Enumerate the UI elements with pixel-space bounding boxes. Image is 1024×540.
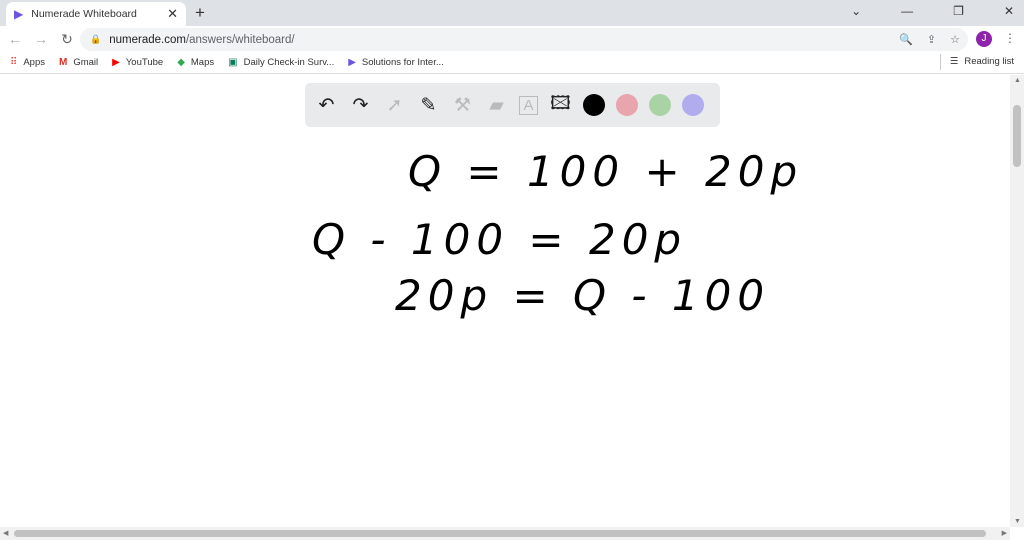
tab-numerade-whiteboard[interactable]: ▶ Numerade Whiteboard ✕	[6, 2, 186, 26]
address-bar[interactable]: 🔒 numerade.com/answers/whiteboard/ 🔍 ⇪ ☆	[80, 28, 968, 51]
tools-icon[interactable]: ⚒	[451, 94, 474, 117]
bookmark-youtube[interactable]: ▶ YouTube	[112, 57, 163, 68]
minimize-button[interactable]: —	[901, 4, 913, 18]
text-icon[interactable]: A	[519, 95, 538, 115]
bookmark-label: Solutions for Inter...	[361, 57, 444, 68]
reading-list-label: Reading list	[964, 56, 1014, 67]
bookmarks-bar: ⠿ Apps M Gmail ▶ YouTube ◆ Maps ▣ Daily Check…	[0, 52, 1024, 74]
url-path: /answers/whiteboard/	[185, 33, 295, 46]
undo-icon[interactable]: ↶	[315, 94, 338, 117]
bookmark-solutions[interactable]: ▶ Solutions for Inter...	[348, 57, 444, 68]
forms-icon: ▣	[228, 57, 238, 68]
gmail-icon: M	[58, 57, 68, 68]
chevron-down-icon[interactable]: ⌄	[851, 4, 861, 18]
tab-strip: ▶ Numerade Whiteboard ✕ + ⌄ — ❐ ✕	[0, 0, 1024, 26]
bookmark-apps[interactable]: ⠿ Apps	[10, 57, 45, 68]
horizontal-scrollbar[interactable]: ◀ ▶	[0, 527, 1010, 540]
image-icon[interactable]: 🖾	[549, 93, 572, 117]
share-icon[interactable]: ⇪	[927, 33, 936, 46]
bookmark-label: Maps	[190, 57, 215, 68]
color-green[interactable]	[649, 94, 671, 116]
color-black[interactable]	[583, 94, 605, 116]
menu-icon[interactable]: ⋮	[1004, 31, 1016, 45]
close-window-button[interactable]: ✕	[1004, 4, 1014, 18]
forward-button[interactable]: →	[30, 31, 52, 47]
numerade-icon: ▶	[348, 57, 356, 68]
new-tab-button[interactable]: +	[195, 3, 205, 23]
color-pink[interactable]	[616, 94, 638, 116]
equation-line-1: Q = 100 + 20p	[408, 147, 804, 196]
bookmark-label: Daily Check-in Surv...	[243, 57, 335, 68]
whiteboard-toolbar: ↶ ↷ ➚ ✎ ⚒ ▰ A 🖾	[305, 83, 720, 127]
color-purple[interactable]	[682, 94, 704, 116]
numerade-icon: ▶	[14, 7, 24, 21]
browser-toolbar: ← → ↻ 🔒 numerade.com/answers/whiteboard/…	[0, 26, 1024, 52]
bookmark-maps[interactable]: ◆ Maps	[177, 57, 214, 68]
reload-button[interactable]: ↻	[56, 31, 78, 48]
eraser-icon[interactable]: ▰	[485, 94, 508, 117]
bookmark-label: YouTube	[125, 57, 164, 68]
back-button[interactable]: ←	[4, 31, 26, 47]
close-tab-icon[interactable]: ✕	[167, 6, 178, 22]
redo-icon[interactable]: ↷	[349, 94, 372, 117]
vertical-scrollbar[interactable]: ▲ ▼	[1010, 75, 1024, 527]
bookmark-daily-checkin[interactable]: ▣ Daily Check-in Surv...	[228, 57, 334, 68]
pen-icon[interactable]: ✎	[417, 94, 440, 117]
restore-button[interactable]: ❐	[953, 4, 964, 18]
maps-icon: ◆	[177, 57, 185, 68]
avatar[interactable]: J	[976, 31, 992, 47]
apps-grid-icon: ⠿	[10, 57, 18, 68]
select-cursor-icon[interactable]: ➚	[383, 94, 406, 117]
bookmark-gmail[interactable]: M Gmail	[59, 57, 98, 68]
star-icon[interactable]: ☆	[950, 33, 960, 46]
url-host: numerade.com	[109, 33, 186, 46]
reading-list-icon: ☰	[949, 56, 959, 67]
bookmark-label: Gmail	[73, 57, 99, 68]
zoom-icon[interactable]: 🔍	[899, 33, 913, 46]
reading-list-button[interactable]: ☰ Reading list	[939, 54, 1014, 70]
equation-line-2: Q - 100 = 20p	[312, 215, 688, 264]
youtube-icon: ▶	[112, 57, 120, 68]
bookmark-label: Apps	[23, 57, 45, 68]
whiteboard-canvas[interactable]: Q = 100 + 20p Q - 100 = 20p 20p = Q - 10…	[0, 75, 1010, 527]
equation-line-3: 20p = Q - 100	[395, 271, 771, 320]
tab-title: Numerade Whiteboard	[31, 8, 137, 20]
lock-icon: 🔒	[90, 34, 102, 44]
